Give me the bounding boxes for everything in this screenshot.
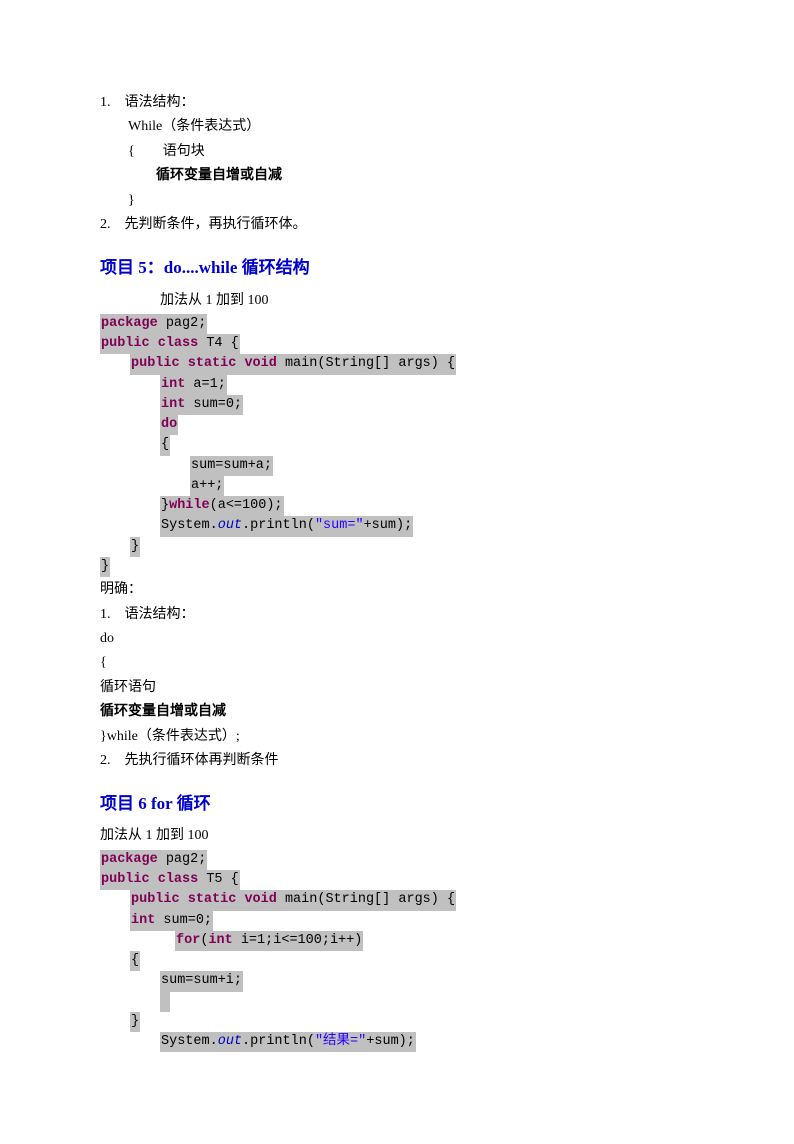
code-text: { (131, 953, 139, 968)
list-item-2: 2. 先判断条件，再执行循环体。 (100, 214, 694, 236)
code-block-6: package pag2; public class T5 { public s… (100, 850, 694, 1053)
code-kw: int (161, 377, 185, 392)
code-static: out (218, 1034, 242, 1049)
syntax-close-brace: } (100, 190, 694, 212)
code-text: T5 { (198, 872, 239, 887)
code-text: sum=sum+i; (161, 973, 242, 988)
code-string: "sum=" (315, 518, 364, 533)
close-while-label: }while（条件表达式）; (100, 726, 694, 748)
syntax-while: While（条件表达式） (100, 116, 694, 138)
subtitle-6: 加法从 1 加到 100 (100, 825, 694, 847)
code-text: .println( (242, 518, 315, 533)
code-text: i=1;i<=100;i++) (233, 933, 363, 948)
heading-project-5: 项目 5：do....while 循环结构 (100, 254, 694, 281)
code-text: sum=0; (185, 397, 242, 412)
code-text: sum=sum+a; (191, 458, 272, 473)
code-text: pag2; (158, 316, 207, 331)
code-text: System. (161, 1034, 218, 1049)
code-kw: int (131, 913, 155, 928)
code-text: (a<=100); (210, 498, 283, 513)
syntax-open-brace: { 语句块 (100, 141, 694, 163)
increment-bold: 循环变量自增或自减 (100, 701, 694, 723)
code-text: pag2; (158, 852, 207, 867)
code-kw: while (169, 498, 210, 513)
code-kw: int (208, 933, 232, 948)
code-text: System. (161, 518, 218, 533)
code-text: +sum); (364, 518, 413, 533)
code-kw: class (158, 336, 199, 351)
code-text: } (131, 1014, 139, 1029)
code-text: sum=0; (155, 913, 212, 928)
code-string: "结果=" (315, 1034, 366, 1049)
code-kw: public (101, 336, 150, 351)
code-text: } (161, 498, 169, 513)
code-text: } (131, 539, 139, 554)
list-item-syntax: 1. 语法结构： (100, 604, 694, 626)
code-text: T4 { (198, 336, 239, 351)
list-item-1: 1. 语法结构： (100, 92, 694, 114)
code-kw: public (131, 356, 180, 371)
subtitle-5: 加法从 1 加到 100 (100, 290, 694, 312)
syntax-increment: 循环变量自增或自减 (100, 165, 694, 187)
code-kw: void (244, 892, 276, 907)
code-text: .println( (242, 1034, 315, 1049)
code-kw: package (101, 316, 158, 331)
code-blank (161, 994, 169, 1009)
code-text: { (161, 437, 169, 452)
code-kw: int (161, 397, 185, 412)
code-kw: static (188, 356, 237, 371)
code-text: a=1; (185, 377, 226, 392)
code-static: out (218, 518, 242, 533)
code-kw: public (101, 872, 150, 887)
list-item-exec: 2. 先执行循环体再判断条件 (100, 750, 694, 772)
code-kw: static (188, 892, 237, 907)
code-text: main(String[] args) { (277, 892, 455, 907)
code-kw: for (176, 933, 200, 948)
brace-label: { (100, 652, 694, 674)
code-kw: package (101, 852, 158, 867)
mingque-label: 明确： (100, 579, 694, 601)
code-text: } (101, 559, 109, 574)
code-text: main(String[] args) { (277, 356, 455, 371)
code-block-5: package pag2; public class T4 { public s… (100, 314, 694, 577)
heading-project-6: 项目 6 for 循环 (100, 790, 694, 817)
code-kw: void (244, 356, 276, 371)
code-text: a++; (191, 478, 223, 493)
code-text: +sum); (366, 1034, 415, 1049)
code-kw: do (161, 417, 177, 432)
code-kw: public (131, 892, 180, 907)
loop-stmt-label: 循环语句 (100, 677, 694, 699)
do-label: do (100, 628, 694, 650)
code-kw: class (158, 872, 199, 887)
